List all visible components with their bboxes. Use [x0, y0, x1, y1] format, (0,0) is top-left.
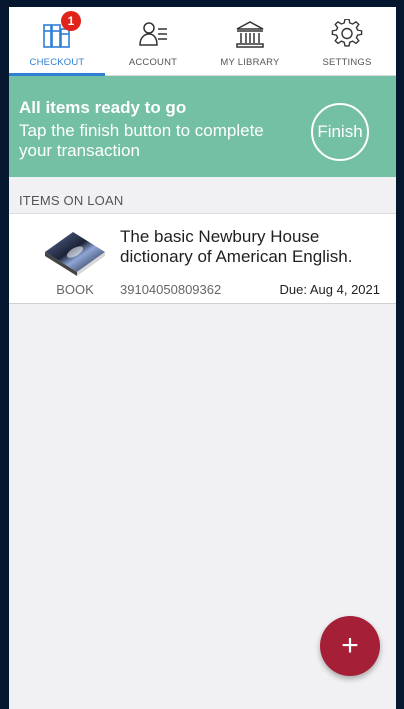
tab-label: CHECKOUT	[29, 57, 85, 68]
item-title: The basic Newbury House dictionary of Am…	[120, 227, 353, 266]
library-icon	[236, 21, 264, 48]
tab-label: MY LIBRARY	[220, 57, 280, 68]
list-item[interactable]: BOOK The basic Newbury House dictionary …	[9, 213, 396, 304]
item-barcode: 39104050809362	[120, 282, 222, 297]
app-screen: 1 CHECKOUT ACCOUNT MY LIBRARY SETTINGS A…	[9, 7, 396, 709]
finish-button[interactable]: Finish	[311, 103, 369, 161]
ready-banner: All items ready to go Tap the finish but…	[9, 76, 396, 177]
tab-label: SETTINGS	[322, 57, 372, 68]
item-type: BOOK	[56, 282, 94, 297]
tab-bar: 1 CHECKOUT ACCOUNT MY LIBRARY SETTINGS	[9, 7, 396, 76]
tab-label: ACCOUNT	[128, 57, 178, 68]
item-due-date: Due: Aug 4, 2021	[279, 282, 380, 297]
account-icon	[139, 22, 167, 46]
add-item-button[interactable]: +	[320, 616, 380, 676]
section-header: ITEMS ON LOAN	[19, 193, 124, 208]
banner-title: All items ready to go	[19, 98, 187, 117]
banner-subtitle: Tap the finish button to complete your t…	[19, 121, 264, 160]
tab-account[interactable]: ACCOUNT	[105, 7, 201, 75]
tab-my-library[interactable]: MY LIBRARY	[202, 7, 298, 75]
book-cover-icon	[45, 232, 105, 276]
checkout-count-badge: 1	[61, 11, 81, 31]
gear-icon	[331, 19, 363, 47]
tab-settings[interactable]: SETTINGS	[299, 7, 395, 75]
tab-checkout[interactable]: 1 CHECKOUT	[9, 7, 105, 76]
